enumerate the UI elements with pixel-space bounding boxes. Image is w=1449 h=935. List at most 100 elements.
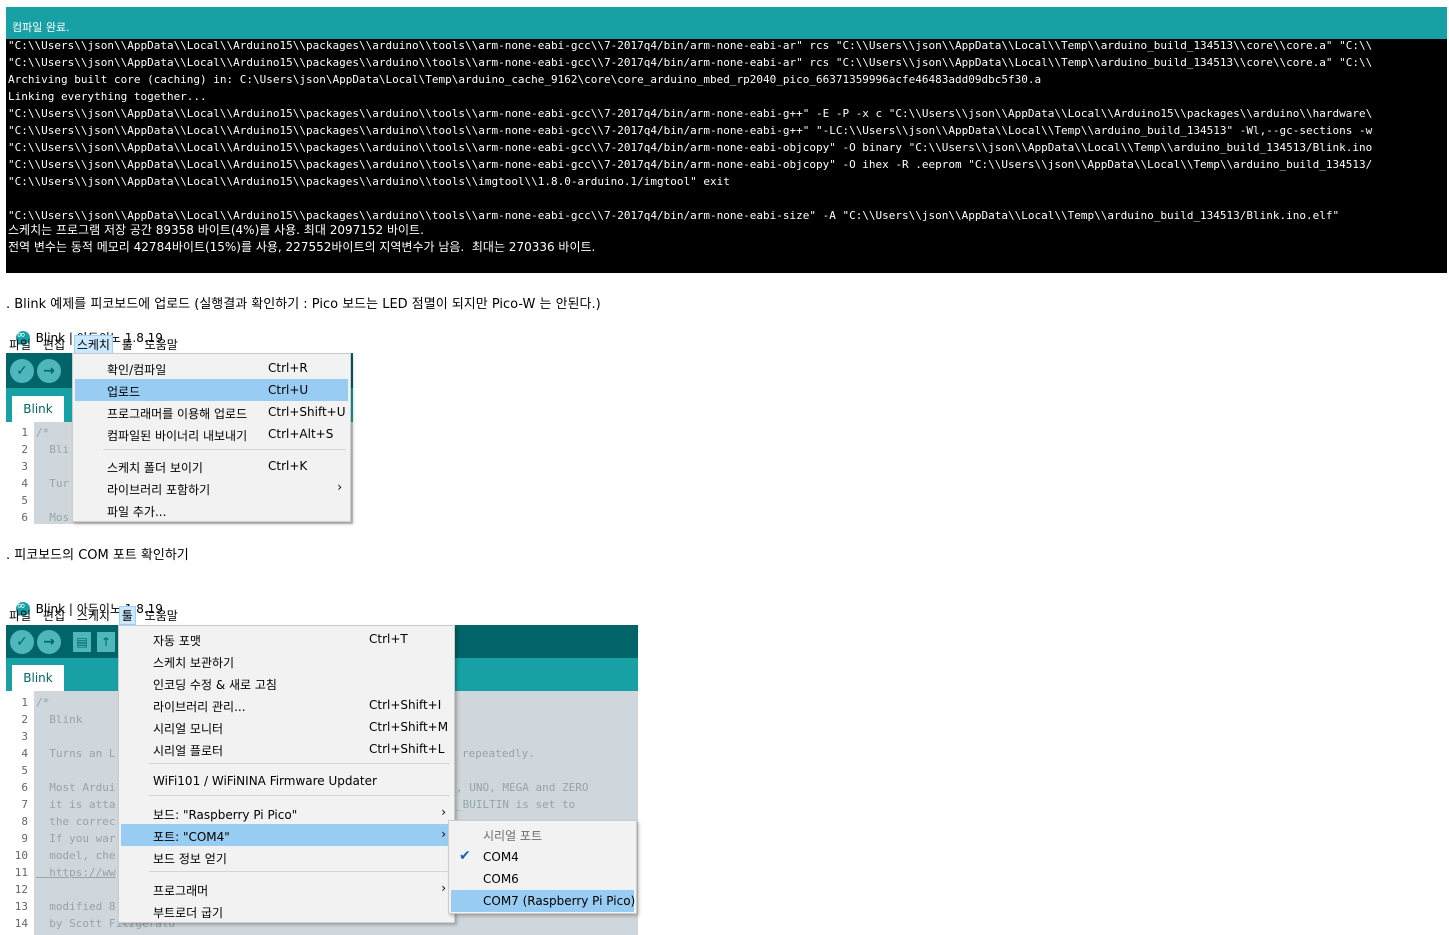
tab-blink[interactable]: Blink (12, 665, 64, 691)
menu-edit[interactable]: 편집 (40, 335, 68, 354)
menu-item-include-library[interactable]: 라이브러리 포함하기 › (75, 477, 348, 499)
submenu-arrow-icon: › (441, 827, 446, 841)
submenu-arrow-icon: › (337, 480, 342, 494)
line-number: 2 (21, 443, 28, 456)
menu-item-serial-monitor[interactable]: 시리얼 모니터 Ctrl+Shift+M (121, 716, 452, 738)
line-number: 9 (21, 832, 28, 845)
code-line: /* (36, 696, 50, 709)
menu-item-shortcut: Ctrl+Shift+U (268, 405, 346, 419)
submenu-header-serial-ports: 시리얼 포트 (451, 823, 634, 845)
menu-help[interactable]: 도움말 (142, 335, 181, 354)
menu-tools[interactable]: 툴 (119, 335, 136, 354)
line-number: 6 (21, 511, 28, 524)
menu-item-shortcut: Ctrl+Shift+M (369, 720, 449, 734)
menu-item-shortcut: Ctrl+Alt+S (268, 427, 334, 441)
menu-item-label: WiFi101 / WiFiNINA Firmware Updater (153, 774, 377, 788)
menu-item-fix-encoding[interactable]: 인코딩 수정 & 새로 고침 (121, 672, 452, 694)
menu-item-upload-programmer[interactable]: 프로그래머를 이용해 업로드 Ctrl+Shift+U (75, 401, 348, 423)
menu-item-manage-libraries[interactable]: 라이브러리 관리... Ctrl+Shift+I (121, 694, 452, 716)
line-gutter (6, 691, 34, 935)
menu-item-label: 라이브러리 포함하기 (107, 483, 211, 497)
menu-file[interactable]: 파일 (6, 335, 34, 354)
port-submenu: 시리얼 포트 ✔ COM4 COM6 COM7 (Raspberry Pi Pi… (448, 820, 637, 914)
code-line: Mos (36, 511, 70, 524)
port-item-com7[interactable]: COM7 (Raspberry Pi Pico) (451, 890, 636, 912)
console-line: "C:\\Users\\json\\AppData\\Local\\Arduin… (8, 175, 730, 188)
menu-item-port[interactable]: 포트: "COM4" › (121, 824, 452, 846)
console-line: 전역 변수는 동적 메모리 42784바이트(15%)를 사용, 227552바… (8, 240, 596, 254)
menu-tools[interactable]: 툴 (118, 606, 136, 625)
code-line: the correc (36, 815, 116, 828)
line-number: 1 (21, 426, 28, 439)
menu-item-label: 보드: "Raspberry Pi Pico" (153, 808, 298, 822)
line-number: 1 (21, 696, 28, 709)
menu-item-add-file[interactable]: 파일 추가... (75, 499, 348, 521)
console-line: "C:\\Users\\json\\AppData\\Local\\Arduin… (8, 56, 1373, 69)
console-output: "C:\\Users\\json\\AppData\\Local\\Arduin… (6, 39, 1447, 273)
code-line: https://ww (36, 866, 116, 879)
menu-separator (103, 449, 346, 450)
port-item-label: COM4 (483, 850, 519, 864)
verify-check-icon[interactable]: ✓ (10, 630, 34, 654)
port-item-com6[interactable]: COM6 (451, 868, 634, 890)
console-line: "C:\\Users\\json\\AppData\\Local\\Arduin… (8, 141, 1373, 154)
menu-item-shortcut: Ctrl+R (268, 361, 308, 375)
menu-item-burn-bootloader[interactable]: 부트로더 굽기 (121, 900, 452, 922)
menu-item-label: 보드 정보 얻기 (153, 852, 227, 866)
menu-sketch[interactable]: 스케치 (74, 606, 113, 625)
checkmark-icon: ✔ (459, 848, 471, 864)
menu-item-upload[interactable]: 업로드 Ctrl+U (75, 379, 348, 401)
menu-item-auto-format[interactable]: 자동 포맷 Ctrl+T (121, 628, 452, 650)
menu-sketch[interactable]: 스케치 (73, 335, 113, 354)
menu-item-shortcut: Ctrl+T (369, 632, 408, 646)
menu-item-label: 시리얼 모니터 (153, 722, 224, 736)
line-number: 5 (21, 764, 28, 777)
menu-bar: 파일 편집 스케치 툴 도움말 (6, 335, 183, 354)
upload-arrow-icon[interactable]: → (37, 359, 61, 383)
menu-help[interactable]: 도움말 (142, 606, 181, 625)
open-up-arrow-icon[interactable]: ↑ (97, 632, 115, 652)
tab-blink[interactable]: Blink (12, 396, 64, 422)
sketch-menu: 확인/컴파일 Ctrl+R 업로드 Ctrl+U 프로그래머를 이용해 업로드 … (72, 353, 351, 522)
caption-com-port: . 피코보드의 COM 포트 확인하기 (6, 548, 189, 563)
console-line: "C:\\Users\\json\\AppData\\Local\\Arduin… (8, 158, 1373, 171)
menu-item-verify[interactable]: 확인/컴파일 Ctrl+R (75, 357, 348, 379)
port-item-label: COM7 (Raspberry Pi Pico) (483, 894, 636, 908)
console-line: "C:\\Users\\json\\AppData\\Local\\Arduin… (8, 39, 1373, 52)
menu-item-label: 라이브러리 관리... (153, 700, 246, 714)
console-status-bar: 컴파일 완료. (6, 7, 1447, 39)
menu-separator (149, 871, 450, 872)
upload-arrow-icon[interactable]: → (37, 630, 61, 654)
code-line-fragment: , UNO, MEGA and ZERO (456, 781, 589, 794)
menu-item-board-info[interactable]: 보드 정보 얻기 (121, 846, 452, 868)
line-number: 2 (21, 713, 28, 726)
verify-check-icon[interactable]: ✓ (10, 359, 34, 383)
menu-item-shortcut: Ctrl+Shift+L (369, 742, 445, 756)
line-number: 3 (21, 730, 28, 743)
menu-item-label: 스케치 폴더 보이기 (107, 461, 203, 475)
code-line: model, che (36, 849, 116, 862)
console-status-text: 컴파일 완료. (12, 21, 70, 34)
console-line: "C:\\Users\\json\\AppData\\Local\\Arduin… (8, 209, 1340, 222)
menu-item-firmware-updater[interactable]: WiFi101 / WiFiNINA Firmware Updater (121, 770, 452, 792)
menu-item-archive-sketch[interactable]: 스케치 보관하기 (121, 650, 452, 672)
line-number: 4 (21, 477, 28, 490)
menu-item-shortcut: Ctrl+K (268, 459, 308, 473)
port-item-com4[interactable]: ✔ COM4 (451, 846, 634, 868)
menu-item-label: 업로드 (107, 385, 141, 399)
console-line: Archiving built core (caching) in: C:\Us… (8, 73, 1042, 86)
code-line: modified 8 (36, 900, 116, 913)
line-number: 11 (14, 866, 28, 879)
menu-item-programmer[interactable]: 프로그래머 › (121, 878, 452, 900)
new-file-icon[interactable]: ▤ (73, 632, 91, 652)
menu-item-export-binary[interactable]: 컴파일된 바이너리 내보내기 Ctrl+Alt+S (75, 423, 348, 445)
menu-item-board[interactable]: 보드: "Raspberry Pi Pico" › (121, 802, 452, 824)
menu-file[interactable]: 파일 (6, 606, 34, 625)
menu-item-label: 인코딩 수정 & 새로 고침 (153, 678, 277, 692)
menu-item-show-folder[interactable]: 스케치 폴더 보이기 Ctrl+K (75, 455, 348, 477)
tools-menu: 자동 포맷 Ctrl+T 스케치 보관하기 인코딩 수정 & 새로 고침 라이브… (118, 625, 455, 923)
menu-item-label: 자동 포맷 (153, 634, 201, 648)
menu-item-serial-plotter[interactable]: 시리얼 플로터 Ctrl+Shift+L (121, 738, 452, 760)
menu-edit[interactable]: 편집 (40, 606, 68, 625)
code-line: Tur (36, 477, 70, 490)
